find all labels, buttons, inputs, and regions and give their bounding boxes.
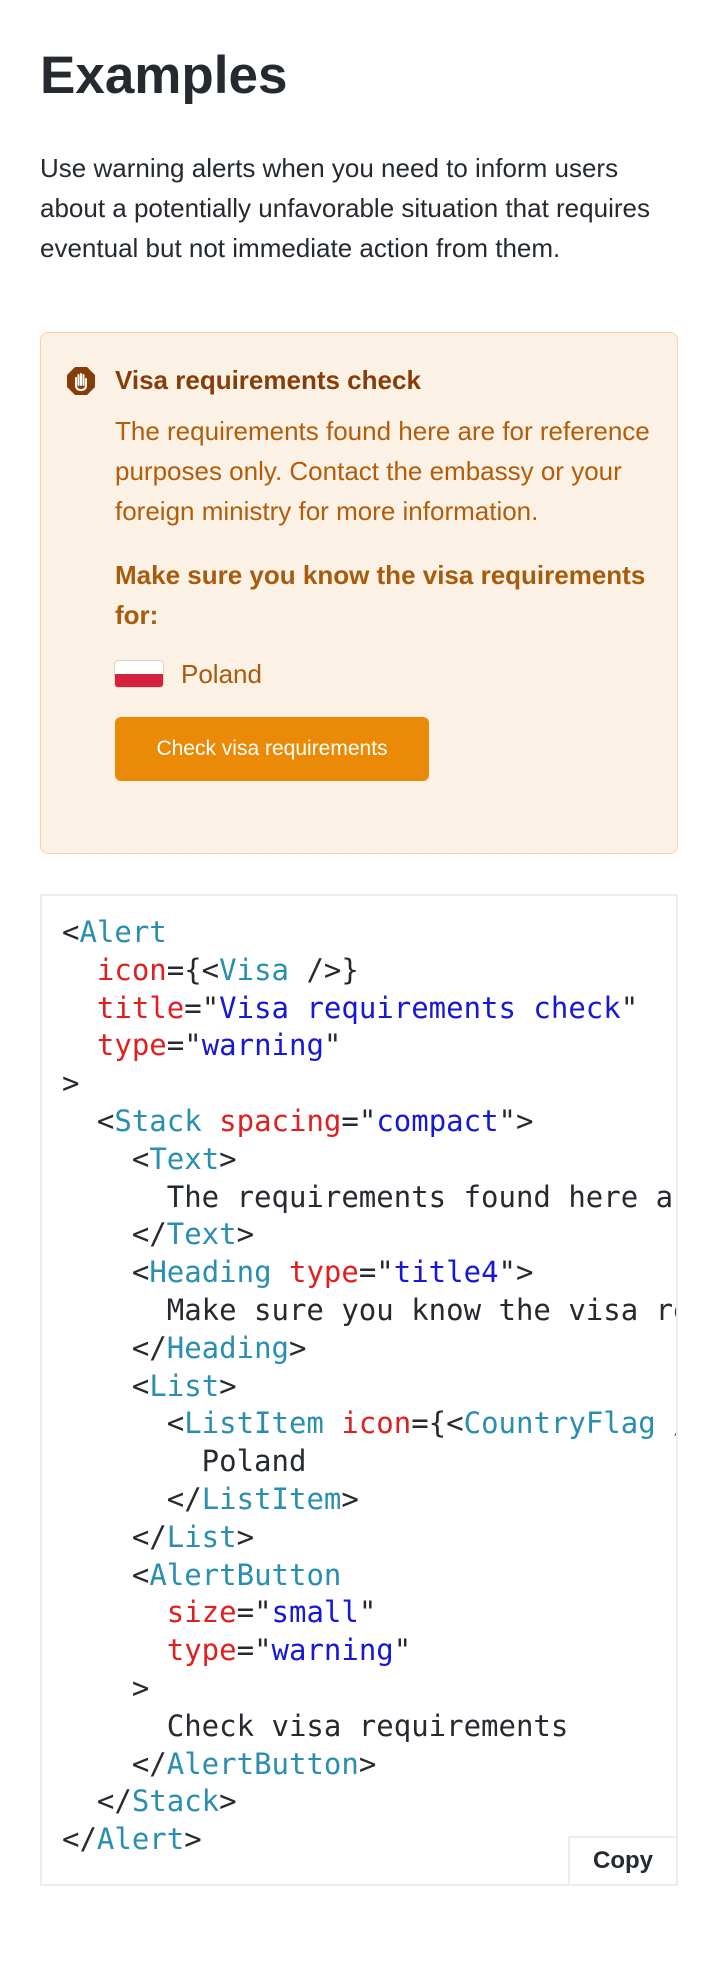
list-item-poland: Poland [181, 659, 262, 689]
code-line: </Text> [62, 1217, 255, 1252]
code-line: </Heading> [62, 1330, 307, 1365]
code-line: Poland [62, 1444, 307, 1479]
code-line: <AlertButton [62, 1557, 342, 1592]
visa-hand-icon [67, 367, 95, 395]
code-line: > [62, 1066, 80, 1101]
intro-paragraph: Use warning alerts when you need to info… [40, 153, 650, 263]
code-line: The requirements found here are for refe… [166, 1179, 676, 1214]
code-line: <Heading type="title4"> [62, 1255, 534, 1290]
code-line: > [62, 1670, 150, 1705]
code-line: size="small" [166, 1595, 377, 1630]
code-line: <Stack spacing="compact"> [62, 1103, 534, 1138]
code-line: Check visa requirements [62, 1708, 569, 1743]
country-list: Poland [115, 657, 653, 691]
copy-button[interactable]: Copy [568, 1836, 676, 1884]
page: Examples Use warning alerts when you nee… [0, 0, 718, 1886]
code-line: icon={<Visa />} [96, 952, 359, 987]
alert-title: Visa requirements check [115, 365, 421, 395]
code-line: </ListItem> [62, 1481, 359, 1516]
code-line: </Stack> [62, 1784, 237, 1819]
poland-flag-icon [115, 661, 163, 687]
code-block: <Alert icon={<Visa />} title="Visa requi… [42, 896, 676, 1859]
code-line: type="warning" [166, 1633, 412, 1668]
code-line: </AlertButton> [62, 1746, 377, 1781]
page-title: Examples [40, 46, 288, 105]
warning-alert: Visa requirements check The requirements… [40, 332, 678, 854]
code-example: <Alert icon={<Visa />} title="Visa requi… [40, 894, 678, 1886]
alert-body: Visa requirements check The requirements… [115, 363, 653, 829]
code-line: Make sure you know the visa requirements… [166, 1292, 676, 1327]
code-line: </List> [62, 1519, 255, 1554]
code-line: <ListItem icon={<CountryFlag />}> [62, 1406, 676, 1441]
code-line: title="Visa requirements check" [96, 990, 639, 1025]
code-line: <List> [62, 1368, 237, 1403]
code-line: <Alert [62, 915, 167, 949]
check-visa-button[interactable]: Check visa requirements [115, 717, 429, 781]
code-line: type="warning" [96, 1028, 342, 1063]
alert-heading: Make sure you know the visa requirements… [115, 560, 646, 630]
alert-text: The requirements found here are for refe… [115, 416, 650, 526]
code-line: <Text> [62, 1141, 237, 1176]
